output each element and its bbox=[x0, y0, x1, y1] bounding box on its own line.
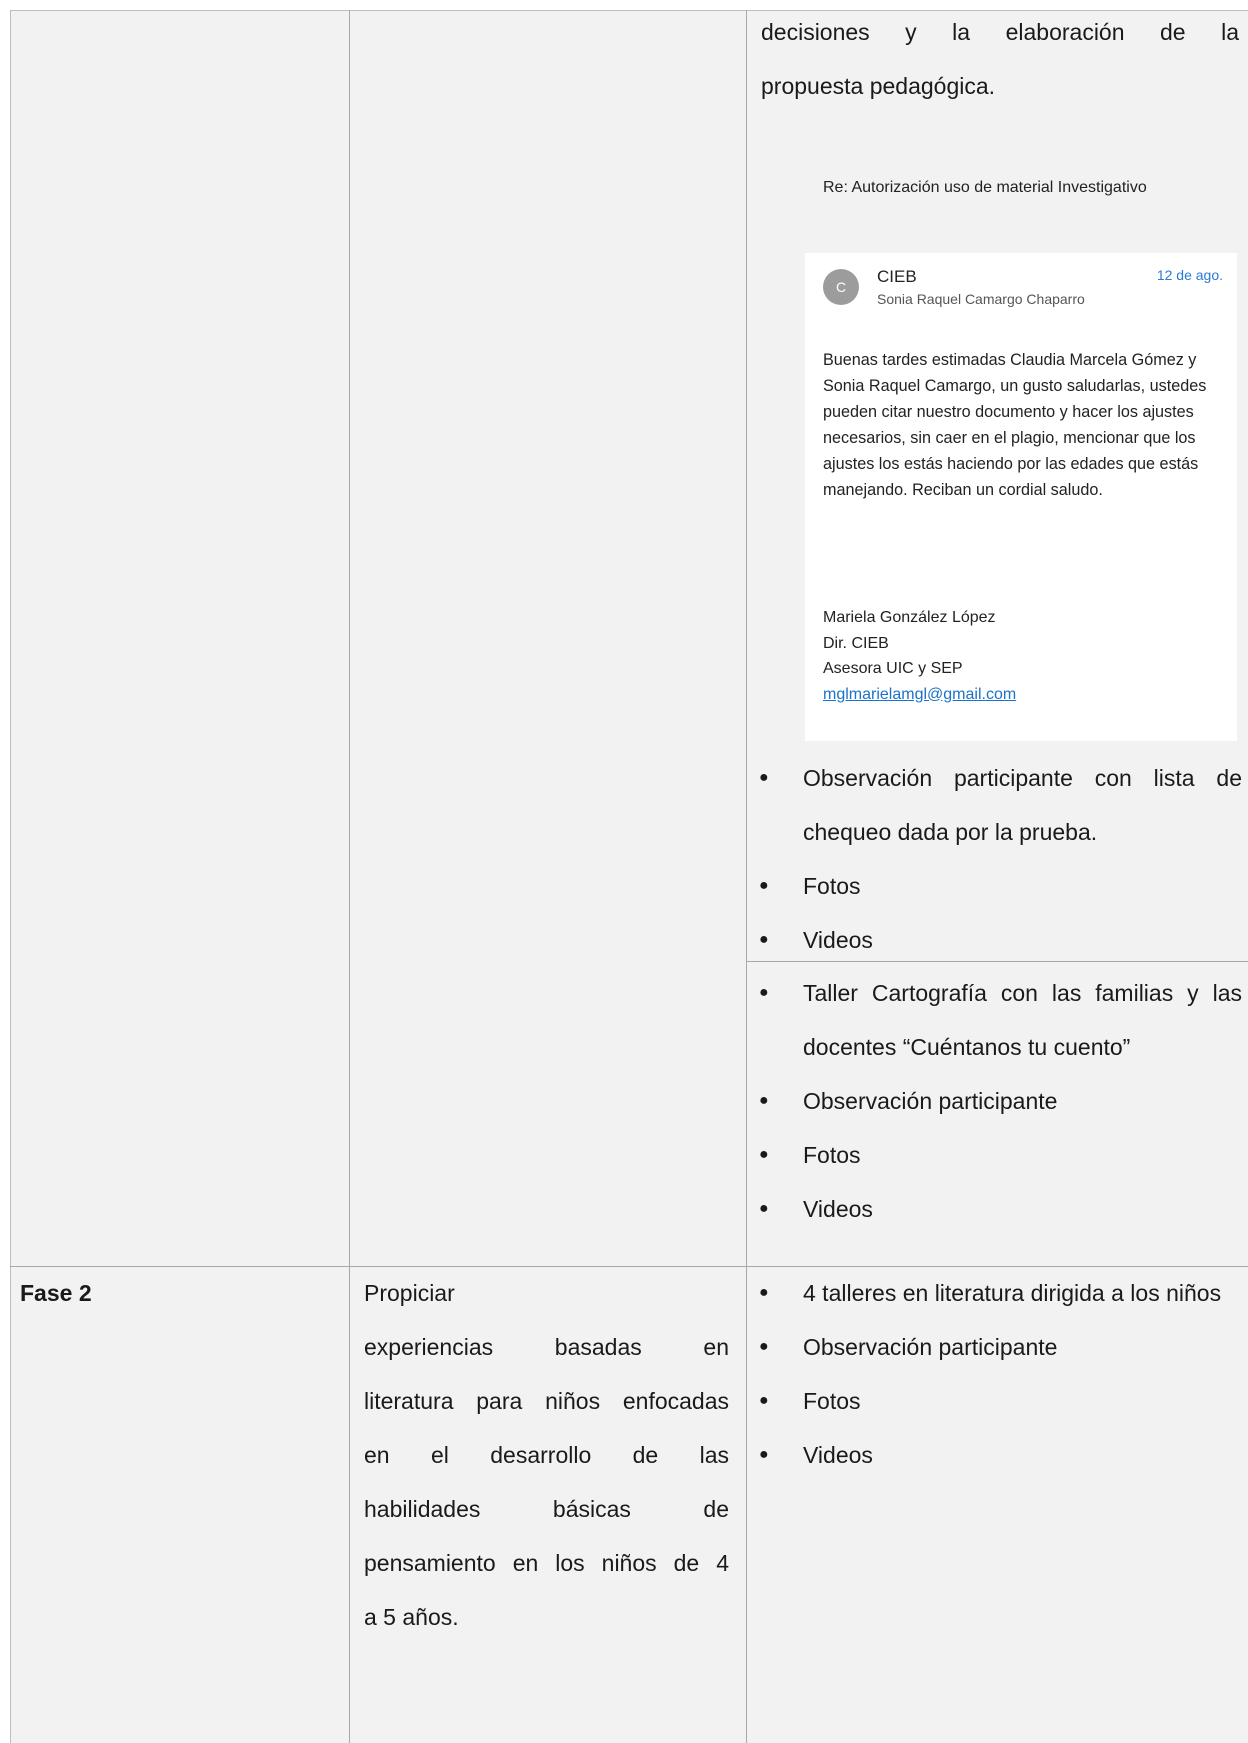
objective-line: en el desarrollo de las bbox=[364, 1442, 729, 1468]
objective-line: literatura para niños enfocadas bbox=[364, 1388, 729, 1414]
signature-role: Dir. CIEB bbox=[823, 634, 889, 652]
sender-avatar: C bbox=[823, 269, 859, 305]
list-item: Fotos bbox=[756, 859, 1242, 913]
paragraph-line-1: decisiones y la elaboración de la bbox=[761, 19, 1239, 45]
list-item: Videos bbox=[756, 1182, 1242, 1236]
list-item: Observación participante bbox=[756, 1320, 1242, 1374]
objective-line: a 5 años. bbox=[364, 1604, 459, 1630]
list-item: Observación participante bbox=[756, 1074, 1242, 1128]
phase-objective: Propiciar experiencias basadas en litera… bbox=[364, 1266, 729, 1644]
row2-bullet-list: Taller Cartografía con las familias y la… bbox=[756, 966, 1242, 1236]
column-divider-1 bbox=[349, 10, 350, 1743]
email-recipient: Sonia Raquel Camargo Chaparro bbox=[877, 291, 1085, 307]
column-divider-2 bbox=[746, 10, 747, 1743]
objective-line: habilidades básicas de bbox=[364, 1496, 729, 1522]
signature-affiliation: Asesora UIC y SEP bbox=[823, 660, 963, 677]
email-screenshot: Re: Autorización uso de material Investi… bbox=[805, 157, 1237, 741]
email-subject: Re: Autorización uso de material Investi… bbox=[805, 157, 1237, 253]
row3-bullet-list: 4 talleres en literatura dirigida a los … bbox=[756, 1266, 1242, 1482]
email-date: 12 de ago. bbox=[1156, 267, 1223, 283]
objective-line: pensamiento en los niños de 4 bbox=[364, 1550, 729, 1576]
list-item: Observación participante con lista de ch… bbox=[756, 751, 1242, 859]
list-item: Videos bbox=[756, 1428, 1242, 1482]
paragraph-line-2: propuesta pedagógica. bbox=[761, 73, 996, 99]
list-item: Fotos bbox=[756, 1128, 1242, 1182]
signature-email-link[interactable]: mglmarielamgl@gmail.com bbox=[823, 682, 1016, 708]
list-item: 4 talleres en literatura dirigida a los … bbox=[756, 1266, 1242, 1320]
list-item: Taller Cartografía con las familias y la… bbox=[756, 966, 1242, 1074]
email-body: Buenas tardes estimadas Claudia Marcela … bbox=[823, 351, 1207, 499]
list-item: Fotos bbox=[756, 1374, 1242, 1428]
phase-label: Fase 2 bbox=[20, 1280, 92, 1306]
email-signature: Mariela González López Dir. CIEB Asesora… bbox=[823, 605, 1016, 707]
list-item: Videos bbox=[756, 913, 1242, 967]
email-sender: CIEB bbox=[877, 267, 917, 286]
row1-bullet-list: Observación participante con lista de ch… bbox=[756, 751, 1242, 967]
objective-line: Propiciar bbox=[364, 1280, 455, 1306]
signature-name: Mariela González López bbox=[823, 609, 996, 626]
objective-line: experiencias basadas en bbox=[364, 1334, 729, 1360]
